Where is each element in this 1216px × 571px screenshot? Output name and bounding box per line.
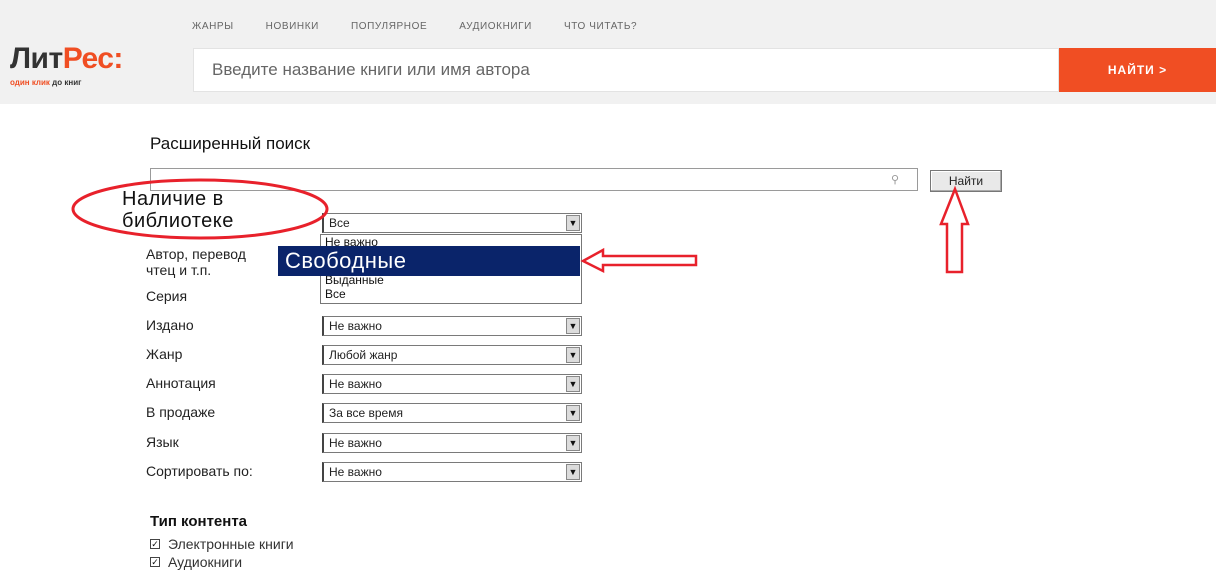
nav-audiobooks[interactable]: АУДИОКНИГИ bbox=[459, 21, 532, 32]
field-label-sort: Сортировать по: bbox=[146, 463, 253, 479]
checkbox-icon[interactable]: ✓ bbox=[150, 557, 160, 567]
checkbox-label: Электронные книги bbox=[168, 536, 294, 552]
nav-genres[interactable]: ЖАНРЫ bbox=[192, 21, 234, 32]
select-value: Не важно bbox=[329, 319, 382, 333]
logo-text-lit: Лит bbox=[10, 42, 63, 75]
select-on-sale[interactable]: За все время ▼ bbox=[322, 403, 582, 423]
author-label: Автор, перевод чтец и т.п. bbox=[146, 246, 246, 278]
field-label-genre: Жанр bbox=[146, 346, 183, 362]
availability-label-line2: библиотеке bbox=[122, 210, 234, 232]
select-value: Не важно bbox=[329, 436, 382, 450]
magnifier-icon: ⚲ bbox=[890, 174, 899, 186]
availability-label: Наличие в библиотеке bbox=[122, 188, 234, 232]
field-label-on-sale: В продаже bbox=[146, 404, 216, 420]
nav-popular[interactable]: ПОПУЛЯРНОЕ bbox=[351, 21, 427, 32]
dropdown-arrow-icon[interactable]: ▼ bbox=[566, 215, 580, 231]
availability-select-value: Все bbox=[329, 216, 350, 230]
annotation-arrow-up bbox=[939, 185, 970, 274]
litres-logo[interactable]: ЛитРес: один клик до книг bbox=[10, 42, 124, 88]
checkbox-audiobooks[interactable]: ✓ Аудиокниги bbox=[150, 554, 242, 570]
dropdown-arrow-icon[interactable]: ▼ bbox=[566, 318, 580, 334]
nav-what-to-read[interactable]: ЧТО ЧИТАТЬ? bbox=[564, 21, 637, 32]
select-language[interactable]: Не важно ▼ bbox=[322, 433, 582, 453]
nav-new[interactable]: НОВИНКИ bbox=[266, 21, 319, 32]
advanced-search-title: Расширенный поиск bbox=[150, 134, 311, 153]
dropdown-arrow-icon[interactable]: ▼ bbox=[566, 435, 580, 451]
dropdown-arrow-icon[interactable]: ▼ bbox=[566, 376, 580, 392]
checkbox-ebooks[interactable]: ✓ Электронные книги bbox=[150, 536, 294, 552]
field-label-published: Издано bbox=[146, 317, 194, 333]
select-value: Любой жанр bbox=[329, 348, 398, 362]
logo-text-res: Рес: bbox=[62, 42, 124, 75]
select-published[interactable]: Не важно ▼ bbox=[322, 316, 582, 336]
dropdown-option-highlighted[interactable]: Свободные bbox=[278, 246, 580, 276]
logo-tagline: один клик до книг bbox=[10, 78, 123, 87]
dropdown-option[interactable]: Все bbox=[325, 287, 346, 301]
main-search-input[interactable] bbox=[194, 49, 1058, 91]
author-label-line2: чтец и т.п. bbox=[146, 262, 212, 278]
tagline-dark: до книг bbox=[52, 78, 82, 87]
advanced-search-input[interactable]: ⚲ bbox=[150, 168, 918, 191]
site-header: ЖАНРЫ НОВИНКИ ПОПУЛЯРНОЕ АУДИОКНИГИ ЧТО … bbox=[0, 0, 1216, 104]
select-sort[interactable]: Не важно ▼ bbox=[322, 462, 582, 482]
author-label-line1: Автор, перевод bbox=[146, 246, 246, 262]
tagline-orange: один клик bbox=[10, 78, 50, 87]
availability-select[interactable]: Все ▼ bbox=[322, 213, 582, 233]
select-genre[interactable]: Любой жанр ▼ bbox=[322, 345, 582, 365]
dropdown-arrow-icon[interactable]: ▼ bbox=[566, 347, 580, 363]
select-value: Не важно bbox=[329, 465, 382, 479]
checkbox-icon[interactable]: ✓ bbox=[150, 539, 160, 549]
select-annotation[interactable]: Не важно ▼ bbox=[322, 374, 582, 394]
main-find-button[interactable]: НАЙТИ > bbox=[1059, 48, 1216, 92]
field-label-annotation: Аннотация bbox=[146, 375, 216, 391]
annotation-arrow-left bbox=[580, 247, 698, 274]
availability-label-line1: Наличие в bbox=[122, 188, 224, 210]
top-nav: ЖАНРЫ НОВИНКИ ПОПУЛЯРНОЕ АУДИОКНИГИ ЧТО … bbox=[192, 21, 669, 32]
main-search-box bbox=[193, 48, 1059, 92]
field-label-series: Серия bbox=[146, 288, 188, 304]
select-value: Не важно bbox=[329, 377, 382, 391]
select-value: За все время bbox=[329, 406, 403, 420]
checkbox-label: Аудиокниги bbox=[168, 554, 243, 570]
content-type-title: Тип контента bbox=[150, 513, 248, 530]
dropdown-arrow-icon[interactable]: ▼ bbox=[566, 464, 580, 480]
advanced-find-button[interactable]: Найти bbox=[930, 170, 1002, 192]
field-label-language: Язык bbox=[146, 434, 179, 450]
dropdown-arrow-icon[interactable]: ▼ bbox=[566, 405, 580, 421]
